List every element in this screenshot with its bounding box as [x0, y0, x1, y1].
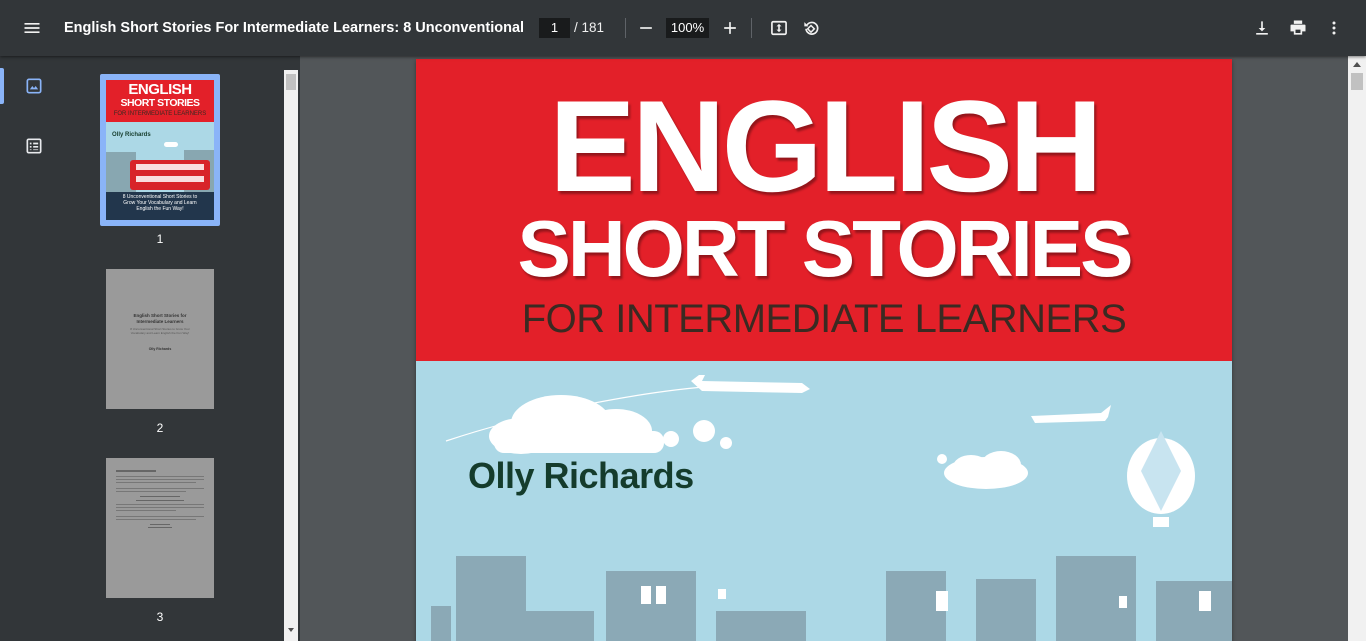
selected-view-indicator [0, 68, 4, 104]
thumbnail-sidebar: ENGLISH SHORT STORIES FOR INTERMEDIATE L… [0, 56, 300, 641]
sky-illustration [431, 375, 1232, 641]
rotate-icon[interactable] [795, 12, 827, 44]
more-vert-icon[interactable] [1318, 12, 1350, 44]
toolbar-divider [625, 18, 626, 38]
page-number-input[interactable] [539, 18, 570, 38]
fit-to-page-icon[interactable] [763, 12, 795, 44]
viewer-scroll-thumb[interactable] [1351, 73, 1363, 90]
hamburger-menu-icon[interactable] [16, 12, 48, 44]
thumb-author: Olly Richards [112, 132, 151, 138]
sidebar-scroll-thumb[interactable] [286, 74, 296, 90]
page-total: / 181 [574, 20, 605, 35]
thumb-title-2: SHORT STORIES [120, 97, 200, 109]
page-thumbnail-3[interactable]: 3 [100, 458, 220, 628]
pdf-page-1: ENGLISH SHORT STORIES FOR INTERMEDIATE L… [416, 59, 1232, 641]
scroll-up-arrow-icon[interactable] [1353, 62, 1361, 67]
page-thumbnail-2[interactable]: English Short Stories for Intermediate L… [100, 269, 220, 439]
page-thumbnail-1[interactable]: ENGLISH SHORT STORIES FOR INTERMEDIATE L… [100, 74, 220, 246]
cover-title-line1: ENGLISH [549, 73, 1103, 219]
toolbar-divider [751, 18, 752, 38]
scroll-down-arrow-icon[interactable] [288, 628, 294, 632]
thumb-title-1: ENGLISH [128, 81, 192, 98]
download-icon[interactable] [1246, 12, 1278, 44]
hot-air-balloon [1127, 431, 1195, 527]
cover-subtitle: FOR INTERMEDIATE LEARNERS [521, 297, 1127, 341]
thumb-tagline: 8 Unconventional Short Stories to Grow Y… [122, 194, 198, 212]
thumbnail-view-icon[interactable] [22, 74, 46, 98]
document-viewer: ENGLISH SHORT STORIES FOR INTERMEDIATE L… [300, 56, 1366, 641]
cover-title-line2: SHORT STORIES [517, 204, 1134, 293]
document-title: English Short Stories For Intermediate L… [64, 20, 524, 36]
cover-author: Olly Richards [468, 455, 694, 496]
thumbnail-page-label: 3 [156, 610, 164, 624]
zoom-input[interactable] [666, 18, 709, 38]
thumb-title-3: FOR INTERMEDIATE LEARNERS [113, 111, 207, 117]
pdf-toolbar: English Short Stories For Intermediate L… [0, 0, 1366, 56]
thumbnail-page-label: 2 [156, 421, 164, 435]
zoom-out-icon[interactable] [630, 12, 662, 44]
thumbnail-page-label: 1 [156, 232, 164, 246]
outline-view-icon[interactable] [22, 134, 46, 158]
viewer-scrollbar[interactable] [1348, 56, 1366, 641]
bus-illustration [130, 160, 210, 190]
sidebar-scrollbar[interactable] [284, 70, 298, 641]
thumbnail-page [106, 458, 214, 598]
thumbnail-cover: ENGLISH SHORT STORIES FOR INTERMEDIATE L… [106, 80, 214, 220]
zoom-in-icon[interactable] [714, 12, 746, 44]
thumbnail-page: English Short Stories for Intermediate L… [106, 269, 214, 409]
print-icon[interactable] [1282, 12, 1314, 44]
